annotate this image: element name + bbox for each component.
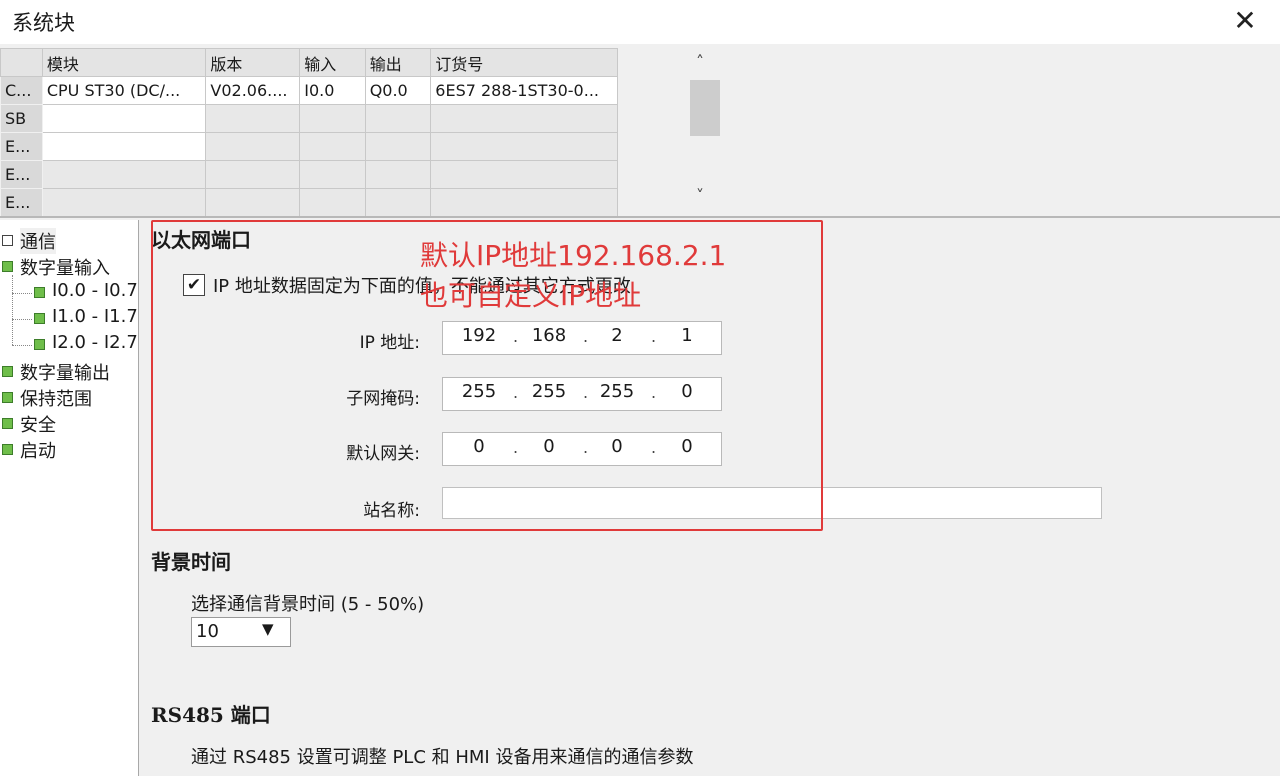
tree-item-label: I2.0 - I2.7	[52, 332, 138, 353]
table-row[interactable]: SB	[0, 104, 618, 133]
tree-item-label: 通信	[20, 228, 56, 254]
table-row[interactable]: C... CPU ST30 (DC/... V02.06.... I0.0 Q0…	[0, 76, 618, 105]
cell-module[interactable]	[41, 188, 207, 217]
row-header[interactable]: C...	[0, 76, 43, 105]
cell-input	[299, 104, 366, 133]
tree-node-icon	[2, 366, 13, 377]
scroll-up-icon[interactable]: ˄	[696, 52, 704, 71]
title-bar	[0, 0, 1280, 44]
cell-output	[364, 160, 432, 189]
settings-tree: 通信 数字量输入 I0.0 - I0.7 I1.0 - I1.7 I2.0 - …	[0, 220, 139, 776]
tree-node-icon	[2, 418, 13, 429]
tree-connector	[12, 345, 32, 346]
tree-item-label: 安全	[20, 415, 56, 436]
tree-item-label: I0.0 - I0.7	[52, 280, 138, 301]
cell-module[interactable]	[41, 104, 207, 133]
tree-node-icon	[34, 339, 45, 350]
close-icon[interactable]: ✕	[1228, 4, 1262, 38]
cell-input	[299, 160, 366, 189]
cell-output[interactable]: Q0.0	[364, 76, 432, 105]
background-time-value: 10	[196, 621, 219, 642]
column-header-input[interactable]: 输入	[299, 48, 366, 77]
cell-output	[364, 132, 432, 161]
tree-node-icon	[34, 313, 45, 324]
row-header[interactable]: E...	[0, 160, 43, 189]
cell-input	[299, 132, 366, 161]
module-grid: 模块 版本 输入 输出 订货号 C... CPU ST30 (DC/... V0…	[0, 48, 618, 217]
row-header[interactable]: E...	[0, 188, 43, 217]
cell-input	[299, 188, 366, 217]
scroll-thumb[interactable]	[690, 80, 720, 136]
cell-input[interactable]: I0.0	[299, 76, 366, 105]
tree-item-label: 数字量输入	[20, 258, 110, 279]
tree-connector	[12, 293, 32, 294]
grid-header-row: 模块 版本 输入 输出 订货号	[0, 48, 618, 77]
tree-connector	[12, 319, 32, 320]
scroll-down-icon[interactable]: ˅	[696, 186, 704, 205]
window-title: 系统块	[12, 11, 75, 35]
cell-order	[430, 188, 618, 217]
cell-module[interactable]	[41, 132, 207, 161]
background-time-title: 背景时间	[151, 550, 231, 574]
cell-order	[430, 104, 618, 133]
row-header[interactable]: SB	[0, 104, 43, 133]
tree-item-label: I1.0 - I1.7	[52, 306, 138, 327]
column-header-order[interactable]: 订货号	[430, 48, 618, 77]
cell-module[interactable]: CPU ST30 (DC/...	[41, 76, 207, 105]
chevron-down-icon[interactable]: ▼	[262, 620, 274, 638]
row-header[interactable]: E...	[0, 132, 43, 161]
tree-node-icon	[2, 444, 13, 455]
column-header-output[interactable]: 输出	[364, 48, 432, 77]
cell-module[interactable]	[41, 160, 207, 189]
grid-corner	[0, 48, 43, 77]
cell-version	[205, 132, 301, 161]
cell-version	[205, 188, 301, 217]
cell-output	[364, 188, 432, 217]
tree-item-label: 启动	[20, 441, 56, 462]
table-row[interactable]: E...	[0, 132, 618, 161]
column-header-version[interactable]: 版本	[205, 48, 301, 77]
cell-output	[364, 104, 432, 133]
tree-connector	[12, 275, 13, 345]
tree-node-icon	[2, 392, 13, 403]
tree-item-label: 数字量输出	[20, 363, 110, 384]
cell-order	[430, 132, 618, 161]
tree-node-icon	[2, 235, 13, 246]
annotation-text-default-ip: 默认IP地址192.168.2.1	[420, 239, 727, 272]
background-time-label: 选择通信背景时间 (5 - 50%)	[191, 594, 425, 615]
tree-node-icon	[34, 287, 45, 298]
cell-version	[205, 104, 301, 133]
annotation-text-custom-ip: 也可自定义IP地址	[420, 279, 642, 312]
column-header-module[interactable]: 模块	[41, 48, 207, 77]
cell-version	[205, 160, 301, 189]
cell-order[interactable]: 6ES7 288-1ST30-0...	[430, 76, 618, 105]
background-time-select[interactable]: 10 ▼	[191, 617, 291, 647]
tree-item-label: 保持范围	[20, 389, 92, 410]
rs485-description: 通过 RS485 设置可调整 PLC 和 HMI 设备用来通信的通信参数	[191, 747, 694, 768]
tree-node-icon	[2, 261, 13, 272]
cell-order	[430, 160, 618, 189]
table-row[interactable]: E...	[0, 188, 618, 217]
pane-splitter[interactable]	[0, 216, 1280, 218]
cell-version[interactable]: V02.06....	[205, 76, 301, 105]
rs485-section-title: RS485 端口	[151, 703, 271, 727]
table-row[interactable]: E...	[0, 160, 618, 189]
